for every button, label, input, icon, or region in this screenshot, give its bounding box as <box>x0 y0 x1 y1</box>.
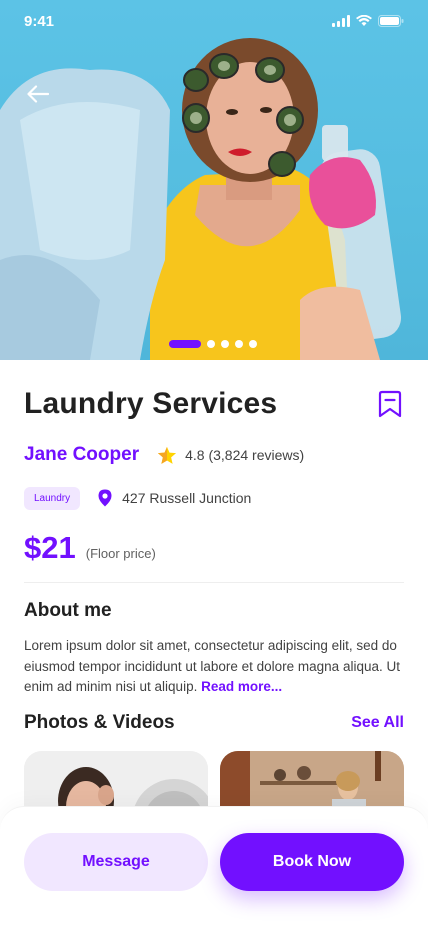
photo-woman-laundry-machine <box>24 751 208 811</box>
status-icons <box>332 15 404 27</box>
carousel-dot-5[interactable] <box>249 340 257 348</box>
service-title: Laundry Services <box>24 387 278 420</box>
photos-title: Photos & Videos <box>24 712 175 733</box>
battery-icon <box>378 15 404 27</box>
carousel-dot-1[interactable] <box>169 340 201 348</box>
about-title: About me <box>24 600 112 621</box>
carousel-indicator[interactable] <box>169 340 257 348</box>
bookmark-icon <box>378 390 402 418</box>
signal-icon <box>332 15 350 27</box>
status-time: 9:41 <box>24 13 55 30</box>
title-row: Laundry Services <box>24 384 404 424</box>
carousel-dot-2[interactable] <box>207 340 215 348</box>
photo-kitchen-scene <box>220 751 404 811</box>
price-note: (Floor price) <box>85 546 156 561</box>
back-arrow-icon <box>27 85 49 103</box>
rating[interactable]: 4.8 (3,824 reviews) <box>157 446 304 465</box>
bottom-action-bar: Message Book Now <box>0 806 428 926</box>
bookmark-button[interactable] <box>378 390 402 418</box>
location: 427 Russell Junction <box>98 489 251 507</box>
hero-image-carousel[interactable]: 9:41 <box>0 0 428 360</box>
back-button[interactable] <box>22 78 54 110</box>
location-text: 427 Russell Junction <box>122 490 252 506</box>
carousel-dot-3[interactable] <box>221 340 229 348</box>
message-button[interactable]: Message <box>24 833 208 891</box>
see-all-link[interactable]: See All <box>351 714 404 732</box>
divider <box>24 582 404 583</box>
wifi-icon <box>356 15 372 26</box>
price: $21 <box>24 530 76 565</box>
provider-name[interactable]: Jane Cooper <box>24 444 139 466</box>
price-row: $21 (Floor price) <box>24 530 156 570</box>
about-text: Lorem ipsum dolor sit amet, consectetur … <box>24 636 404 698</box>
location-pin-icon <box>98 489 112 507</box>
book-now-button[interactable]: Book Now <box>220 833 404 891</box>
hero-photo-cleaning-woman <box>0 38 402 360</box>
category-tag[interactable]: Laundry <box>24 486 81 510</box>
rating-text: 4.8 (3,824 reviews) <box>185 447 305 463</box>
carousel-dot-4[interactable] <box>235 340 243 348</box>
gallery-photo-1[interactable] <box>24 751 208 811</box>
star-icon <box>158 446 177 464</box>
gallery-photo-2[interactable] <box>220 751 404 811</box>
provider-row: Jane Cooper 4.8 (3,824 reviews) <box>24 442 304 468</box>
meta-row: Laundry 427 Russell Junction <box>24 486 251 510</box>
status-bar: 9:41 <box>0 0 428 44</box>
read-more-link[interactable]: Read more... <box>201 679 282 694</box>
